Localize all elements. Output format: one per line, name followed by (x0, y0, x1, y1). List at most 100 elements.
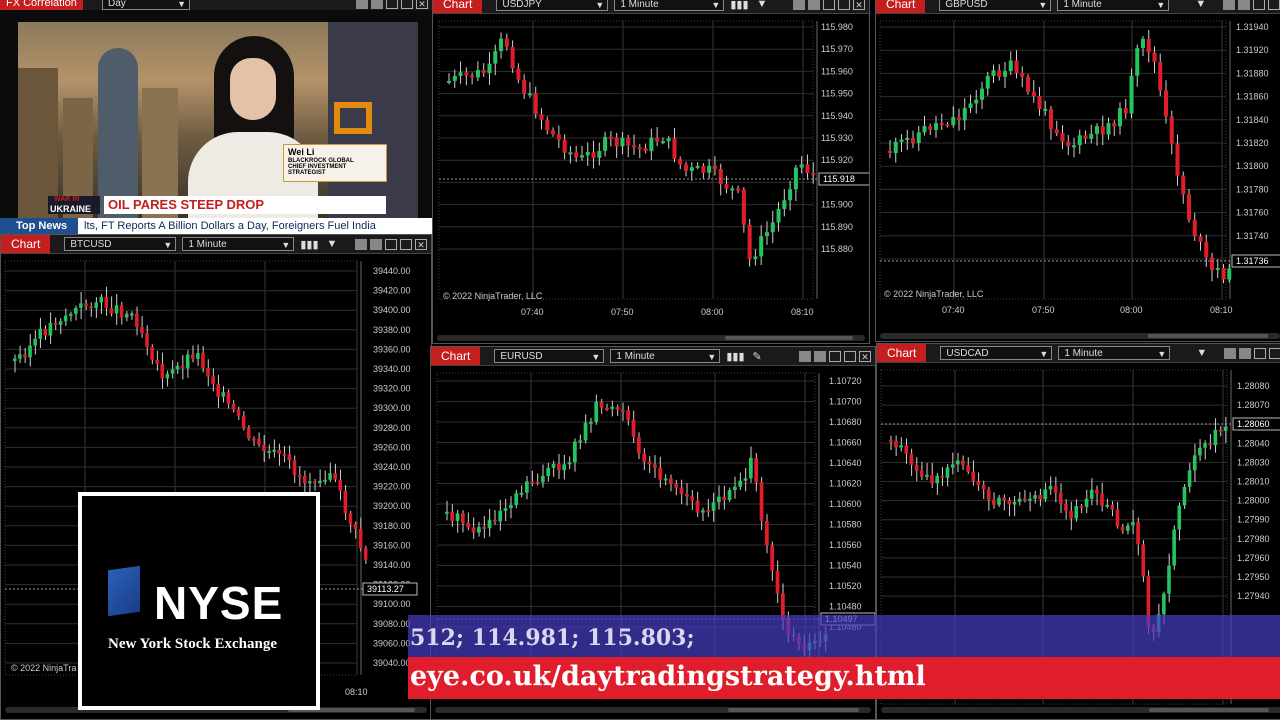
candle-body (231, 403, 236, 410)
candle-body (669, 478, 673, 484)
window-controls: ✕ (352, 238, 427, 250)
price-axis-label: 1.28030 (1237, 457, 1270, 467)
chart-tab[interactable]: Chart (433, 0, 483, 13)
close-icon[interactable]: ✕ (853, 0, 865, 10)
window-button[interactable] (814, 350, 826, 362)
candle-body (799, 164, 804, 168)
price-axis-label: 1.10680 (829, 417, 862, 427)
interval-select[interactable]: 1 Minute ▼ (610, 349, 721, 363)
maximize-icon[interactable] (844, 350, 856, 362)
interval-select[interactable]: 1 Minute ▼ (614, 0, 725, 11)
candle-body (1089, 133, 1094, 139)
window-button[interactable] (1239, 347, 1251, 359)
interval-select[interactable]: 1 Minute ▼ (182, 237, 295, 251)
minimize-icon[interactable] (1253, 0, 1265, 10)
price-axis-label: 39280.00 (373, 423, 411, 433)
price-axis-label: 1.10480 (829, 602, 862, 612)
maximize-icon[interactable] (838, 0, 850, 10)
copyright-text: © 2022 NinjaTrader, LLC (884, 289, 984, 299)
dropdown-icon[interactable]: ▼ (1195, 0, 1206, 10)
window-button[interactable] (356, 0, 368, 9)
interval-value: 1 Minute (620, 0, 659, 10)
minimize-icon[interactable] (385, 238, 397, 250)
price-chart[interactable]: 1.31940 1.31920 1.31880 1.31860 1.31840 1.318… (876, 15, 1280, 333)
candle-body (1118, 108, 1123, 127)
headline-text: OIL PARES STEEP DROP (108, 197, 265, 212)
chart-tab[interactable]: Chart (1, 235, 51, 253)
price-axis-label: 1.28040 (1237, 438, 1270, 448)
chart-tab[interactable]: Chart (877, 344, 927, 362)
instrument-select[interactable]: BTCUSD ▼ (64, 237, 177, 251)
window-button[interactable] (799, 350, 811, 362)
candle-body (986, 489, 991, 500)
chart-tab[interactable]: Chart (431, 347, 481, 365)
candle-body (603, 136, 608, 151)
window-button[interactable] (1238, 0, 1250, 10)
candle-body (1012, 501, 1017, 505)
window-button[interactable] (1224, 347, 1236, 359)
horizontal-scrollbar[interactable] (437, 335, 865, 341)
candle-body (1059, 492, 1063, 504)
maximize-icon[interactable] (1268, 0, 1280, 10)
candle-body (1095, 126, 1100, 134)
candle-body (445, 511, 449, 514)
horizontal-scrollbar[interactable] (880, 333, 1280, 339)
window-button[interactable] (370, 238, 382, 250)
scrollbar-thumb[interactable] (1149, 708, 1269, 712)
bar-type-icon[interactable]: ▮▮▮ (726, 350, 744, 363)
instrument-select[interactable]: USDCAD ▼ (940, 346, 1053, 360)
dropdown-icon[interactable]: ▼ (1196, 347, 1207, 359)
candle-body (221, 392, 226, 397)
minimize-icon[interactable] (386, 0, 398, 9)
horizontal-scrollbar[interactable] (881, 707, 1280, 713)
instrument-select[interactable]: USDJPY ▼ (496, 0, 609, 11)
news-video-feed: Wei Li BLACKROCK GLOBAL CHIEF INVESTMENT… (0, 10, 432, 238)
candle-body (1213, 429, 1218, 446)
maximize-icon[interactable] (401, 0, 413, 9)
bar-type-icon[interactable]: ▮▮▮ (730, 0, 748, 11)
candle-body (893, 141, 898, 154)
price-axis-label: 39260.00 (373, 442, 411, 452)
candle-body (608, 136, 613, 139)
price-chart[interactable]: 115.980 115.970 115.960 115.950 115.940 115.9… (433, 15, 869, 335)
candle-body (567, 462, 572, 465)
window-button[interactable] (1223, 0, 1235, 10)
minimize-icon[interactable] (1254, 347, 1266, 359)
close-icon[interactable]: ✕ (415, 238, 427, 250)
bar-type-icon[interactable]: ▮▮▮ (300, 238, 318, 251)
interval-select[interactable]: Day ▼ (102, 0, 190, 10)
window-button[interactable] (808, 0, 820, 10)
candle-body (1031, 91, 1036, 96)
maximize-icon[interactable] (400, 238, 412, 250)
candle-body (1020, 72, 1025, 77)
window-controls: ✕ (796, 350, 871, 362)
candle-body (522, 79, 527, 94)
candle-body (1064, 503, 1068, 511)
scrollbar-thumb[interactable] (728, 708, 859, 712)
interval-select[interactable]: 1 Minute ▼ (1058, 346, 1171, 360)
scrollbar-thumb[interactable] (1148, 334, 1268, 338)
dropdown-icon[interactable]: ▼ (757, 0, 768, 10)
maximize-icon[interactable] (1269, 347, 1280, 359)
interval-select[interactable]: 1 Minute ▼ (1057, 0, 1170, 11)
instrument-select[interactable]: EURUSD ▼ (494, 349, 605, 363)
scrollbar-thumb[interactable] (724, 336, 853, 340)
close-icon[interactable]: ✕ (416, 0, 428, 9)
candle-body (216, 384, 220, 397)
minimize-icon[interactable] (823, 0, 835, 10)
instrument-select[interactable]: GBPUSD ▼ (939, 0, 1052, 11)
candle-body (519, 492, 524, 495)
window-button[interactable] (371, 0, 383, 9)
dropdown-icon[interactable]: ▼ (327, 238, 338, 250)
minimize-icon[interactable] (829, 350, 841, 362)
window-button[interactable] (355, 238, 367, 250)
candle-body (663, 478, 668, 481)
horizontal-scrollbar[interactable] (435, 707, 871, 713)
chart-tab[interactable]: Chart (876, 0, 926, 13)
window-button[interactable] (793, 0, 805, 10)
price-axis-label: 39140.00 (373, 560, 411, 570)
last-price-label: 1.28060 (1237, 419, 1270, 429)
close-icon[interactable]: ✕ (859, 350, 871, 362)
pencil-icon[interactable]: ✎ (753, 350, 762, 363)
nyse-wordmark: NYSE (154, 577, 284, 629)
